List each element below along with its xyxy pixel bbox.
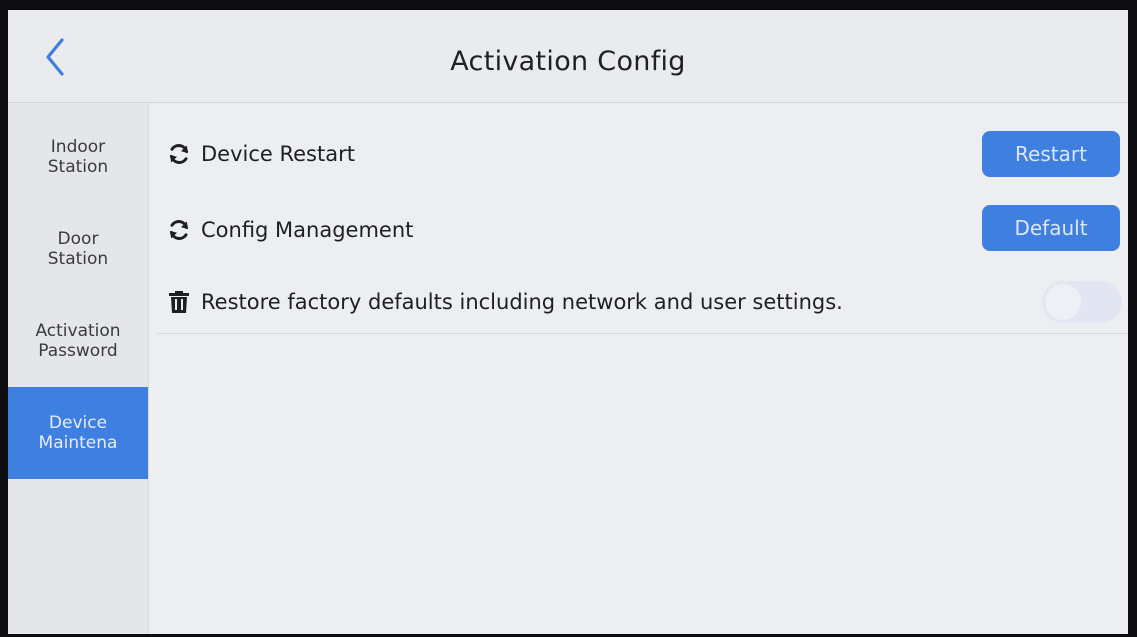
sidebar-item-activation-password[interactable]: Activation Password <box>8 295 148 387</box>
sidebar-item-device-maintenance[interactable]: Device Maintena <box>8 387 148 479</box>
header-bar: Activation Config <box>8 10 1128 103</box>
refresh-icon <box>167 142 191 166</box>
chevron-left-icon <box>46 38 64 76</box>
sidebar-nav: Indoor Station Door Station Activation P… <box>8 103 149 634</box>
factory-restore-toggle[interactable] <box>1042 281 1122 323</box>
default-button[interactable]: Default <box>982 205 1120 251</box>
restart-button[interactable]: Restart <box>982 131 1120 177</box>
divider <box>157 333 1128 334</box>
factory-restore-label: Restore factory defaults including netwo… <box>201 290 843 314</box>
toggle-knob <box>1045 284 1081 320</box>
sidebar-item-door-station[interactable]: Door Station <box>8 203 148 295</box>
setting-row-device-restart: Device Restart Restart <box>149 115 1128 193</box>
trash-icon <box>167 290 191 314</box>
settings-panel: Device Restart Restart Config Management… <box>149 103 1128 634</box>
setting-row-config-management: Config Management Default <box>149 191 1128 269</box>
refresh-icon <box>167 218 191 242</box>
sidebar-item-indoor-station[interactable]: Indoor Station <box>8 111 148 203</box>
setting-label-container: Device Restart <box>167 115 355 193</box>
device-screen: Activation Config Indoor Station Door St… <box>8 10 1128 634</box>
setting-label-container: Config Management <box>167 191 413 269</box>
device-restart-label: Device Restart <box>201 142 355 166</box>
setting-row-factory-restore: Restore factory defaults including netwo… <box>149 263 1128 341</box>
back-button[interactable] <box>38 32 78 82</box>
page-title: Activation Config <box>450 46 686 77</box>
setting-label-container: Restore factory defaults including netwo… <box>167 263 843 341</box>
config-management-label: Config Management <box>201 218 414 242</box>
